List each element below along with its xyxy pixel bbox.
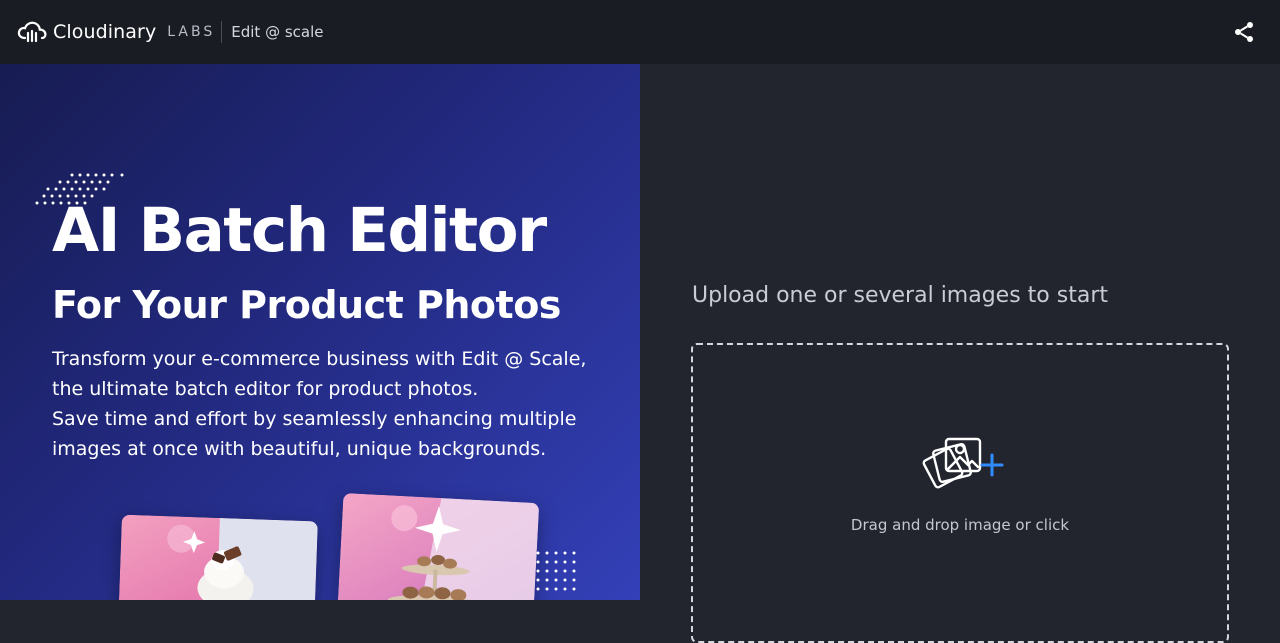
cloudinary-logo-icon (17, 21, 47, 43)
share-button[interactable] (1232, 20, 1256, 44)
hero-panel: AI Batch Editor For Your Product Photos … (0, 64, 640, 600)
product-photo-1 (118, 514, 318, 600)
product-name: Edit @ scale (231, 23, 324, 41)
brand-divider (221, 21, 223, 43)
image-dropzone[interactable]: Drag and drop image or click (691, 343, 1229, 643)
product-photo-card-2 (336, 492, 540, 600)
brand-labs-label: LABS (167, 24, 216, 40)
hero-description-line: Save time and effort by seamlessly enhan… (52, 408, 577, 430)
upload-heading: Upload one or several images to start (692, 283, 1108, 308)
decorative-dots-bottom (536, 551, 576, 591)
hero-description-line: Transform your e-commerce business with … (52, 348, 587, 370)
hero-description-line: the ultimate batch editor for product ph… (52, 378, 479, 400)
brand-name: Cloudinary (53, 21, 157, 43)
product-photo-card-1 (118, 514, 318, 600)
hero-subtitle: For Your Product Photos (52, 283, 561, 327)
upload-panel: Upload one or several images to start Dr… (640, 64, 1280, 643)
product-photo-2 (336, 492, 540, 600)
add-images-icon (922, 437, 1004, 489)
hero-description: Transform your e-commerce business with … (52, 344, 612, 464)
dropzone-label: Drag and drop image or click (850, 516, 1070, 534)
share-icon (1235, 22, 1253, 42)
hero-title: AI Batch Editor (52, 195, 547, 266)
brand[interactable]: Cloudinary LABS Edit @ scale (17, 21, 323, 43)
hero-description-line: images at once with beautiful, unique ba… (52, 438, 547, 460)
top-bar: Cloudinary LABS Edit @ scale (0, 0, 1280, 64)
